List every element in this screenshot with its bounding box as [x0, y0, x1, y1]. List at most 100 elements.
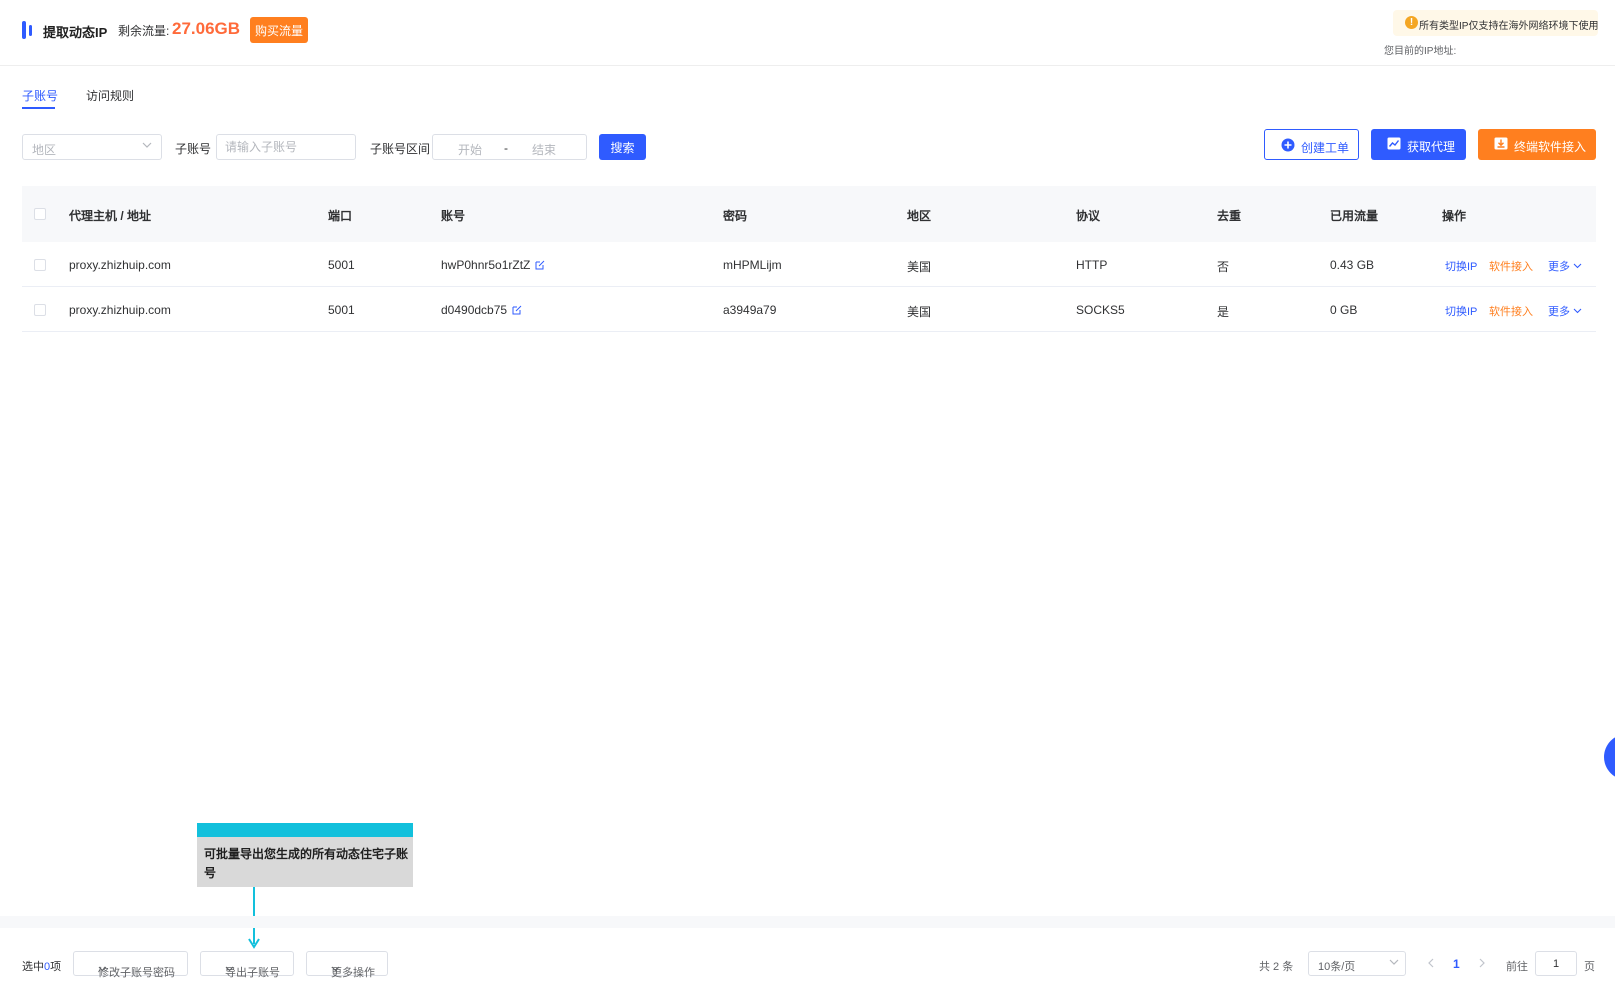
buy-traffic-button[interactable]: 购买流量 — [250, 17, 308, 43]
column-header-protocol: 协议 — [1076, 209, 1101, 223]
more-actions-link[interactable]: 更多 — [1548, 303, 1582, 319]
sub-account-label: 子账号 — [175, 142, 212, 156]
switch-ip-link[interactable]: 切换IP — [1445, 258, 1477, 274]
software-access-link[interactable]: 软件接入 — [1489, 258, 1533, 274]
row-region: 美国 — [907, 305, 932, 319]
chevron-down-icon — [142, 140, 152, 153]
create-ticket-label: 创建工单 — [1301, 141, 1350, 155]
region-select[interactable]: 地区 — [22, 134, 162, 160]
pagination-page[interactable]: 1 — [1453, 957, 1460, 971]
column-header-host: 代理主机 / 地址 — [69, 209, 152, 223]
row-account: hwP0hnr5o1rZtZ — [441, 258, 545, 273]
column-header-port: 端口 — [328, 209, 353, 223]
more-actions-label: 更多 — [1548, 261, 1570, 273]
total-count: 共 2 条 — [1259, 961, 1294, 973]
tab-sub-accounts[interactable]: 子账号 — [22, 87, 58, 104]
range-separator: - — [504, 141, 508, 155]
sub-account-range-input[interactable]: 开始 - 结束 — [432, 134, 587, 160]
row-port: 5001 — [328, 258, 355, 272]
chevron-down-icon — [1573, 261, 1582, 273]
goto-label: 前往 — [1506, 961, 1528, 973]
chevron-down-icon — [1573, 306, 1582, 318]
tab-access-rules[interactable]: 访问规则 — [86, 87, 134, 104]
row-used-traffic: 0 GB — [1330, 303, 1358, 317]
row-checkbox[interactable] — [34, 259, 46, 271]
row-account-value: d0490dcb75 — [441, 303, 508, 317]
page-size-select[interactable]: 10条/页 — [1308, 951, 1406, 976]
page-suffix: 页 — [1584, 961, 1595, 973]
download-icon — [1494, 137, 1508, 153]
goto-page-input[interactable] — [1535, 951, 1577, 976]
more-actions-label: 更多 — [1548, 306, 1570, 318]
get-proxy-label: 获取代理 — [1407, 140, 1456, 154]
edit-icon[interactable] — [535, 259, 545, 273]
column-header-region: 地区 — [907, 209, 932, 223]
row-region: 美国 — [907, 260, 932, 274]
warning-icon: ! — [1405, 16, 1418, 29]
edit-icon[interactable] — [512, 304, 522, 318]
top-header: 提取动态IP 剩余流量: 27.06GB 购买流量 ! 所有类型IP仅支持在海外… — [0, 0, 1615, 66]
selected-count: 选中0项 — [22, 958, 61, 974]
software-access-link[interactable]: 软件接入 — [1489, 303, 1533, 319]
get-proxy-button[interactable]: 获取代理 — [1371, 129, 1466, 160]
range-end-placeholder: 结束 — [532, 143, 557, 157]
footer-separator — [0, 916, 1615, 928]
table-header: 代理主机 / 地址 端口 账号 密码 地区 协议 去重 已用流量 操作 — [22, 186, 1596, 242]
row-dedup: 是 — [1217, 305, 1230, 319]
callout-header-bar — [197, 823, 413, 837]
network-notice: ! 所有类型IP仅支持在海外网络环境下使用 — [1393, 10, 1598, 36]
page-title: 提取动态IP — [43, 25, 108, 40]
column-header-dedup: 去重 — [1217, 209, 1242, 223]
row-account-value: hwP0hnr5o1rZtZ — [441, 258, 531, 272]
next-page-icon[interactable] — [1478, 957, 1486, 971]
selected-prefix: 选中 — [22, 961, 44, 973]
terminal-access-label: 终端软件接入 — [1514, 140, 1587, 154]
row-host: proxy.zhizhuip.com — [69, 258, 171, 272]
chevron-down-icon — [98, 964, 107, 976]
chart-icon — [1387, 137, 1401, 153]
search-button[interactable]: 搜索 — [599, 134, 646, 160]
current-ip-label: 您目前的IP地址: — [1384, 46, 1457, 57]
row-protocol: HTTP — [1076, 258, 1108, 272]
row-dedup: 否 — [1217, 260, 1230, 274]
export-callout: 可批量导出您生成的所有动态住宅子账号 — [197, 837, 413, 887]
table-row: proxy.zhizhuip.com 5001 hwP0hnr5o1rZtZ m… — [22, 242, 1596, 287]
active-tab-indicator — [22, 107, 55, 109]
row-used-traffic: 0.43 GB — [1330, 258, 1375, 272]
brand-mark-icon-small — [29, 25, 32, 36]
sub-account-input[interactable] — [216, 134, 356, 160]
terminal-access-button[interactable]: 终端软件接入 — [1478, 129, 1596, 160]
row-account: d0490dcb75 — [441, 303, 522, 318]
floating-help-button[interactable] — [1604, 734, 1615, 780]
chevron-down-icon — [225, 964, 234, 976]
modify-password-dropdown[interactable]: 修改子账号密码 — [73, 951, 188, 979]
prev-page-icon[interactable] — [1427, 957, 1435, 971]
more-operations-dropdown[interactable]: 更多操作 — [306, 951, 388, 979]
more-actions-link[interactable]: 更多 — [1548, 258, 1582, 274]
region-select-placeholder: 地区 — [32, 143, 57, 157]
range-start-placeholder: 开始 — [458, 143, 483, 157]
page-size-value: 10条/页 — [1318, 961, 1356, 973]
select-all-checkbox[interactable] — [34, 208, 46, 220]
column-header-account: 账号 — [441, 209, 466, 223]
sub-account-range-label: 子账号区间 — [370, 142, 431, 156]
selected-suffix: 项 — [50, 961, 62, 973]
row-checkbox[interactable] — [34, 304, 46, 316]
create-ticket-button[interactable]: 创建工单 — [1264, 129, 1359, 160]
row-password: mHPMLijm — [723, 258, 782, 272]
row-host: proxy.zhizhuip.com — [69, 303, 171, 317]
remaining-traffic-label: 剩余流量: — [118, 24, 170, 38]
row-protocol: SOCKS5 — [1076, 303, 1125, 317]
remaining-traffic-value: 27.06GB — [172, 19, 241, 38]
network-notice-text: 所有类型IP仅支持在海外网络环境下使用 — [1419, 21, 1599, 32]
row-password: a3949a79 — [723, 303, 777, 317]
export-callout-text: 可批量导出您生成的所有动态住宅子账号 — [204, 847, 409, 880]
column-header-password: 密码 — [723, 209, 748, 223]
brand-mark-icon — [22, 21, 26, 39]
chevron-down-icon — [1389, 957, 1399, 970]
row-port: 5001 — [328, 303, 355, 317]
switch-ip-link[interactable]: 切换IP — [1445, 303, 1477, 319]
modify-password-label: 修改子账号密码 — [98, 967, 175, 979]
export-sub-accounts-dropdown[interactable]: 导出子账号 — [200, 951, 294, 979]
plus-circle-icon — [1281, 138, 1295, 155]
